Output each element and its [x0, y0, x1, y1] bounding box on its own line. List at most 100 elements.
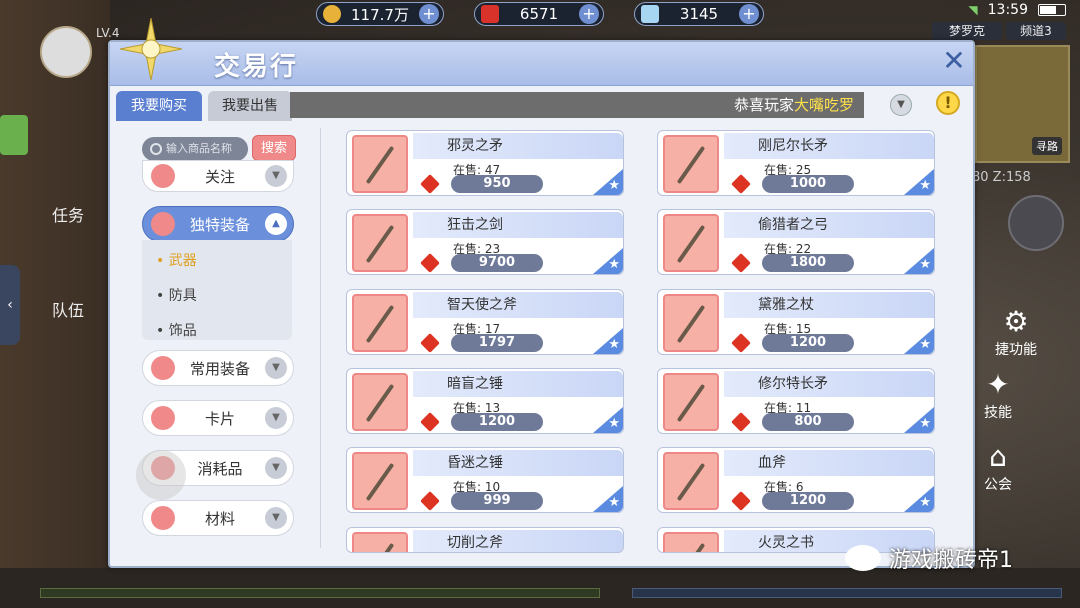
favorite-star-icon[interactable]: ★	[593, 328, 623, 354]
item-name: 智天使之斧	[413, 292, 623, 318]
battery-icon	[1038, 4, 1066, 16]
item-card[interactable]: 邪灵之矛 在售: 47 950 ★	[346, 130, 624, 196]
chevron-down-icon: ▼	[265, 357, 287, 379]
category-unique[interactable]: 独特装备 ▲	[142, 206, 294, 242]
item-card[interactable]: 智天使之斧 在售: 17 1797 ★	[346, 289, 624, 355]
info-icon[interactable]: !	[936, 91, 960, 115]
item-thumbnail	[352, 373, 408, 431]
favorite-star-icon[interactable]: ★	[593, 248, 623, 274]
category-card-label: 卡片	[204, 409, 235, 428]
watermark-text: 游戏搬砖帝1	[889, 548, 1013, 573]
add-coin-button[interactable]: +	[419, 4, 439, 24]
subcategory-accessory[interactable]: • 饰品	[156, 320, 197, 340]
ruby-icon	[420, 174, 440, 194]
add-ruby-button[interactable]: +	[579, 4, 599, 24]
favorite-star-icon[interactable]: ★	[593, 407, 623, 433]
task-label: 任务	[51, 206, 84, 225]
item-card[interactable]: 血斧 在售: 6 1200 ★	[657, 447, 935, 513]
item-card[interactable]: 偷猎者之弓 在售: 22 1800 ★	[657, 209, 935, 275]
diamond-currency: 3145 +	[634, 2, 764, 26]
quest-book-icon[interactable]	[0, 115, 28, 155]
find-path-button[interactable]: 寻路	[1032, 137, 1062, 155]
favorite-star-icon[interactable]: ★	[904, 486, 934, 512]
exp-bar	[40, 588, 600, 598]
item-thumbnail	[663, 294, 719, 352]
guild-icon: ⌂	[989, 440, 1007, 473]
favorite-star-icon[interactable]: ★	[593, 169, 623, 195]
close-icon[interactable]: ✕	[938, 46, 970, 78]
chevron-down-icon[interactable]: ▼	[890, 94, 912, 116]
search-button[interactable]: 搜索	[252, 135, 296, 161]
category-material[interactable]: 材料 ▼	[142, 500, 294, 536]
favorite-star-icon[interactable]: ★	[904, 248, 934, 274]
ruby-icon	[731, 174, 751, 194]
guild-button[interactable]: ⌂ 公会	[968, 440, 1028, 494]
item-name: 黛雅之杖	[724, 292, 934, 318]
camera-dpad[interactable]	[1008, 195, 1064, 251]
item-thumbnail	[663, 214, 719, 272]
category-common[interactable]: 常用装备 ▼	[142, 350, 294, 386]
map-name: 梦罗克	[932, 22, 1002, 40]
compass-emblem-icon	[120, 18, 182, 80]
category-card[interactable]: 卡片 ▼	[142, 400, 294, 436]
tab-sell[interactable]: 我要出售	[208, 91, 292, 121]
weapon-icon	[676, 383, 706, 423]
task-button[interactable]: 任务	[48, 205, 88, 227]
item-card[interactable]: 暗盲之锤 在售: 13 1200 ★	[346, 368, 624, 434]
wechat-icon	[845, 545, 881, 571]
team-button[interactable]: 队伍	[48, 300, 88, 322]
watermark: 游戏搬砖帝1	[845, 542, 1013, 574]
coordinates: 80 Z:158	[972, 170, 1031, 185]
weapon-icon	[676, 145, 706, 185]
item-card[interactable]: 黛雅之杖 在售: 15 1200 ★	[657, 289, 935, 355]
category-follow[interactable]: 关注 ▼	[142, 160, 294, 192]
item-thumbnail	[663, 135, 719, 193]
category-material-label: 材料	[204, 509, 235, 528]
item-thumbnail	[352, 135, 408, 193]
channel-select[interactable]: 频道3	[1006, 22, 1066, 40]
add-diamond-button[interactable]: +	[739, 4, 759, 24]
item-card[interactable]: 切削之斧	[346, 527, 624, 553]
favorite-star-icon[interactable]: ★	[904, 407, 934, 433]
equipment-icon	[151, 356, 175, 380]
chevron-down-icon: ▼	[265, 165, 287, 187]
marquee-text: 恭喜玩家	[733, 96, 794, 114]
favorite-star-icon[interactable]: ★	[904, 328, 934, 354]
panel-header: 交易行	[110, 42, 973, 86]
item-card[interactable]: 修尔特长矛 在售: 11 800 ★	[657, 368, 935, 434]
ruby-icon	[420, 491, 440, 511]
category-unique-label: 独特装备	[189, 215, 250, 234]
side-collapse-button[interactable]: ‹	[0, 265, 20, 345]
subcategory-accessory-label: 饰品	[168, 323, 197, 339]
ruby-icon	[731, 412, 751, 432]
item-price: 1200	[762, 492, 854, 510]
ruby-icon	[731, 491, 751, 511]
ruby-currency: 6571 +	[474, 2, 604, 26]
coin-currency: 117.7万 +	[316, 2, 444, 26]
item-card[interactable]: 狂击之剑 在售: 23 9700 ★	[346, 209, 624, 275]
item-name: 血斧	[724, 450, 934, 476]
weapon-icon	[365, 145, 395, 185]
favorite-star-icon[interactable]: ★	[593, 486, 623, 512]
favorite-star-icon[interactable]: ★	[904, 169, 934, 195]
item-card[interactable]: 刚尼尔长矛 在售: 25 1000 ★	[657, 130, 935, 196]
quick-func-button[interactable]: ⚙ 捷功能	[986, 305, 1046, 359]
material-icon	[151, 506, 175, 530]
chat-bar[interactable]	[632, 588, 1062, 598]
weapon-icon	[365, 462, 395, 502]
subcategory-armor-label: 防具	[168, 288, 197, 304]
item-name: 昏迷之锤	[413, 450, 623, 476]
item-name: 暗盲之锤	[413, 371, 623, 397]
equipment-icon	[151, 212, 175, 236]
item-card[interactable]: 昏迷之锤 在售: 10 999 ★	[346, 447, 624, 513]
minimap[interactable]: 寻路	[975, 45, 1070, 163]
item-thumbnail	[352, 452, 408, 510]
subcategory-weapon[interactable]: • 武器	[156, 250, 197, 270]
skill-button[interactable]: ✦ 技能	[968, 368, 1028, 422]
item-price: 950	[451, 175, 543, 193]
item-thumbnail	[352, 532, 408, 552]
subcategory-armor[interactable]: • 防具	[156, 285, 197, 305]
tab-buy[interactable]: 我要购买	[116, 91, 202, 121]
player-avatar[interactable]	[40, 26, 92, 78]
chevron-down-icon: ▼	[265, 457, 287, 479]
